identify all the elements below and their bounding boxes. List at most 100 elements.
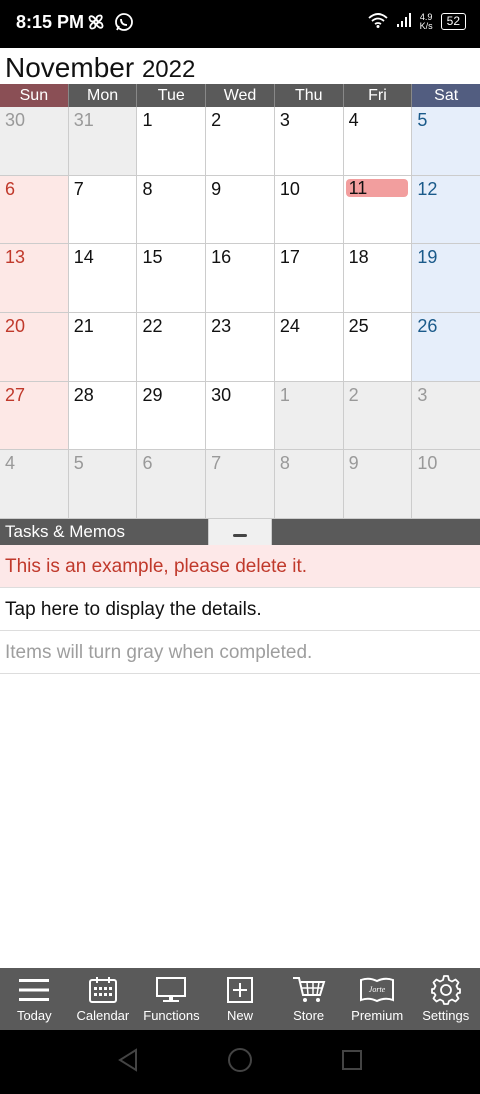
month-title[interactable]: November 2022 [5,52,195,84]
day-number: 3 [417,384,428,405]
day-cell[interactable]: 22 [137,312,207,382]
weekday-header: Sun Mon Tue Wed Thu Fri Sat [0,84,480,107]
battery-indicator: 52 [440,13,466,30]
nav-premium[interactable]: Jorte Premium [343,968,412,1030]
day-number: 2 [348,384,359,405]
day-number: 4 [5,453,16,474]
minus-icon [233,534,247,537]
day-cell[interactable]: 1 [137,107,207,176]
status-bar: 8:15 PM 4.9 K/s 52 [0,0,480,48]
day-cell[interactable]: 12 [412,175,480,245]
day-cell[interactable]: 10 [412,450,480,519]
day-number: 23 [211,315,232,336]
day-cell[interactable]: 31 [68,107,138,176]
nav-store[interactable]: Store [274,968,343,1030]
task-item[interactable]: Items will turn gray when completed. [0,631,480,674]
day-number: 5 [417,110,428,130]
nav-functions[interactable]: Functions [137,968,206,1030]
day-cell[interactable]: 2 [206,107,275,176]
day-cell[interactable]: 3 [412,381,480,451]
day-cell[interactable]: 28 [68,381,138,451]
day-cell[interactable]: 6 [137,450,207,519]
calendar-week: 30 31 1 2 3 4 5 [0,107,480,176]
day-cell[interactable]: 29 [137,381,207,451]
menu-icon [0,974,69,1006]
day-number: 21 [73,315,94,336]
nav-calendar[interactable]: Calendar [69,968,138,1030]
day-number: 10 [279,178,300,199]
day-cell[interactable]: 26 [412,312,480,382]
day-cell[interactable]: 1 [274,381,344,451]
nav-label: Settings [422,1008,470,1023]
task-item[interactable]: This is an example, please delete it. [0,545,480,588]
day-number: 16 [211,247,232,268]
nav-new[interactable]: New [206,968,275,1030]
wifi-icon [368,12,388,31]
day-cell[interactable]: 25 [343,312,413,382]
day-number: 24 [279,315,300,336]
recents-icon[interactable] [341,1049,363,1076]
tasks-header-label: Tasks & Memos [5,522,125,541]
day-cell[interactable]: 11 [343,175,413,245]
day-number: 31 [73,110,94,130]
day-number: 17 [279,247,300,268]
day-cell[interactable]: 14 [68,244,138,313]
day-number: 9 [348,453,359,474]
day-cell[interactable]: 9 [343,450,413,519]
day-number: 6 [142,453,153,474]
day-cell[interactable]: 18 [343,244,413,313]
day-number: 18 [348,247,369,268]
day-number: 3 [279,110,290,130]
svg-text:Jorte: Jorte [369,985,386,994]
day-cell[interactable]: 27 [0,381,69,451]
day-cell[interactable]: 17 [274,244,344,313]
day-cell[interactable]: 5 [68,450,138,519]
cart-icon [274,974,343,1006]
month-name: November [5,52,135,83]
day-number: 30 [5,110,26,130]
day-number: 7 [211,453,222,474]
net-speed-unit: K/s [419,20,433,31]
day-cell[interactable]: 24 [274,312,344,382]
calendar-week: 20 21 22 23 24 25 26 [0,312,480,382]
day-cell[interactable]: 16 [206,244,275,313]
day-cell[interactable]: 7 [68,175,138,245]
day-cell[interactable]: 6 [0,175,69,245]
day-number: 14 [73,247,94,268]
home-icon[interactable] [227,1047,253,1078]
weekday-tue: Tue [137,84,207,107]
weekday-sat: Sat [412,84,480,107]
day-cell[interactable]: 2 [343,381,413,451]
day-cell[interactable]: 4 [0,450,69,519]
bottom-nav: Today Calendar Functions New Store Jorte Premi… [0,968,480,1030]
year: 2022 [141,56,196,83]
day-number: 6 [5,178,16,199]
nav-label: Calendar [76,1008,130,1023]
day-cell[interactable]: 8 [274,450,344,519]
day-cell[interactable]: 21 [68,312,138,382]
calendar-grid[interactable]: 30 31 1 2 3 4 5 6 7 8 9 10 11 12 13 14 15 16 17 18 19 20 21 22 2… [0,107,480,519]
day-cell[interactable]: 30 [206,381,275,451]
day-cell[interactable]: 23 [206,312,275,382]
day-cell[interactable]: 7 [206,450,275,519]
day-cell[interactable]: 13 [0,244,69,313]
day-cell[interactable]: 5 [412,107,480,176]
nav-label: Today [16,1008,52,1023]
day-cell[interactable]: 20 [0,312,69,382]
day-cell[interactable]: 19 [412,244,480,313]
day-cell[interactable]: 3 [274,107,344,176]
day-cell[interactable]: 30 [0,107,69,176]
weekday-wed: Wed [206,84,275,107]
nav-settings[interactable]: Settings [411,968,480,1030]
day-cell[interactable]: 8 [137,175,207,245]
back-icon[interactable] [117,1047,139,1077]
day-number: 20 [5,315,26,336]
task-item[interactable]: Tap here to display the details. [0,588,480,631]
day-cell[interactable]: 10 [274,175,344,245]
nav-today[interactable]: Today [0,968,69,1030]
day-cell[interactable]: 15 [137,244,207,313]
day-cell[interactable]: 4 [343,107,413,176]
net-speed: 4.9 K/s [419,12,433,31]
day-cell[interactable]: 9 [206,175,275,245]
day-number: 26 [417,315,438,336]
